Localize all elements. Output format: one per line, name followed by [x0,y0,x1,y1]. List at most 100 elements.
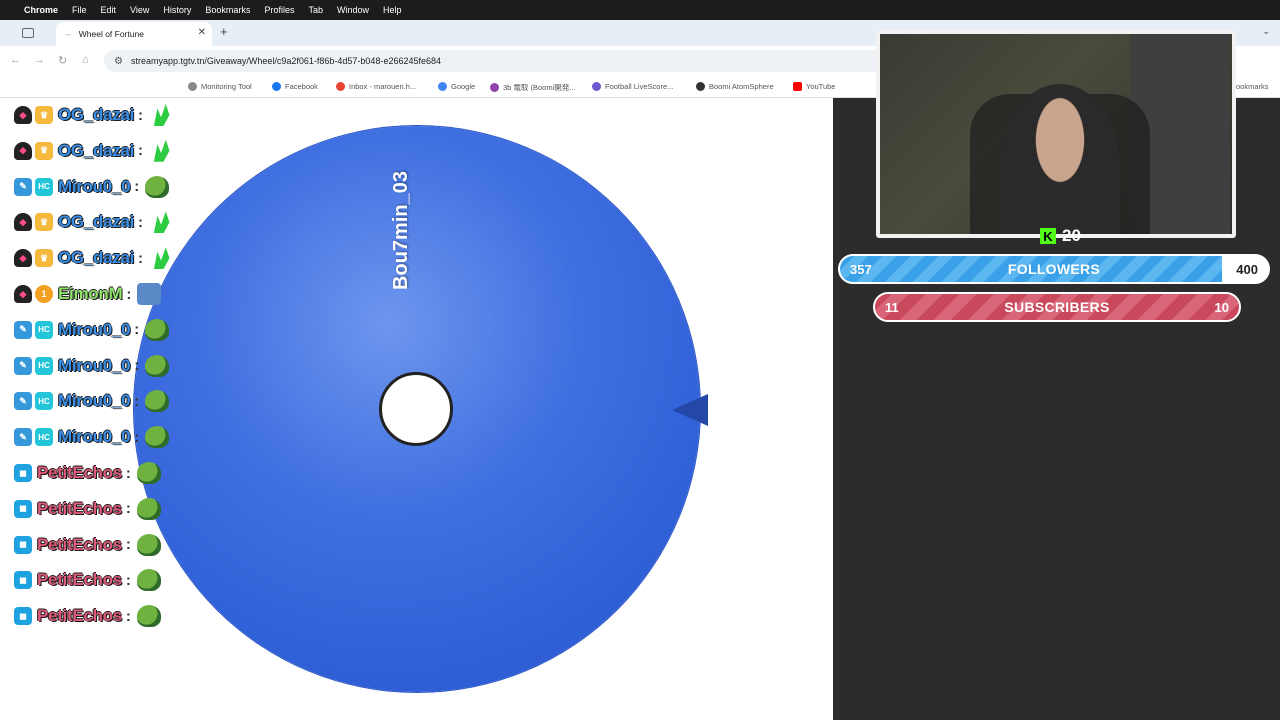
followers-label: FOLLOWERS [1007,261,1101,277]
google-icon [438,82,447,91]
chat-separator: : [134,321,140,339]
chat-username[interactable]: Mirou0_0 [58,391,131,411]
hc-badge-icon: HC [35,392,53,411]
frog-emote-icon [145,175,170,198]
chat-separator: : [125,536,131,554]
crown-badge-icon: ♛ [35,249,53,268]
tab-search-chevron-icon[interactable]: ⌄ [1262,26,1270,37]
shield-badge-icon: ◆ [14,106,32,124]
sidebar-toggle-icon[interactable] [22,28,34,38]
back-icon[interactable]: ← [10,54,21,66]
chat-message: ◼ PetitEchos: [14,565,161,595]
chat-message: ◆ ♛ OG_dazai: [14,243,173,273]
chat-username[interactable]: PetitEchos [37,463,122,483]
chat-message: ◼ PetitEchos: [14,601,161,631]
youtube-icon [793,82,802,91]
bookmark-boomi-atomsphere[interactable]: Boomi AtomSphere [696,82,774,91]
url-text: streamyapp.tgtv.tn/Giveaway/Wheel/c9a2f0… [130,56,442,66]
pen-badge-icon: ✎ [14,356,32,375]
leaf-emote-icon [153,211,170,234]
kick-icon: K [1040,228,1056,244]
chat-separator: : [138,249,144,267]
followers-goal-bar: 357 FOLLOWERS 400 [838,254,1270,284]
menu-tab[interactable]: Tab [308,5,323,15]
chat-username[interactable]: PetitEchos [37,535,122,555]
monitoring-icon [188,82,197,91]
site-settings-icon[interactable]: ⚙ [114,56,123,67]
shield-badge-icon: ◆ [14,285,32,303]
frog-emote-icon [136,462,161,484]
chat-username[interactable]: PetitEchos [37,606,122,626]
chat-separator: : [138,213,144,231]
shield-badge-icon: ◆ [14,141,32,160]
subscribers-goal-bar: 11 SUBSCRIBERS 10 [873,292,1241,322]
pen-badge-icon: ✎ [14,428,32,447]
chat-username[interactable]: Mirou0_0 [58,320,131,340]
bookmark-boomi-dev[interactable]: 3b 電取 (Boomi開発... [490,82,576,93]
bookmark-inbox[interactable]: Inbox - marouen.h... [336,82,416,91]
menu-view[interactable]: View [130,5,149,15]
menu-history[interactable]: History [163,5,191,15]
chat-separator: : [134,357,140,375]
hc-badge-icon: HC [35,320,53,339]
tab-title: Wheel of Fortune [78,29,144,39]
bookmark-monitoring-tool[interactable]: Monitoring Tool [188,82,252,91]
chat-username[interactable]: OG_dazai [58,212,134,232]
forward-icon[interactable]: → [34,54,45,66]
frog-emote-icon [136,569,161,592]
chat-username[interactable]: PetitEchos [37,499,122,519]
leaf-emote-icon [153,247,170,270]
chat-separator: : [125,464,131,482]
macos-menu-bar: Chrome File Edit View History Bookmarks … [0,0,1280,20]
tab-wheel-of-fortune[interactable]: – Wheel of Fortune ✕ [56,22,212,46]
crown-badge-icon: ♛ [35,141,53,160]
menu-file[interactable]: File [72,5,87,15]
hc-badge-icon: HC [35,428,53,447]
bookmark-football-livescore[interactable]: Football LiveScore... [592,82,673,91]
menu-edit[interactable]: Edit [101,5,117,15]
menu-app-name[interactable]: Chrome [24,5,58,15]
wheel-of-fortune[interactable]: Bou7min_03 [134,126,700,692]
followers-goal: 400 [1236,261,1258,277]
frog-emote-icon [145,390,170,413]
chat-message: ◆ ♛ OG_dazai: [14,100,173,130]
wheel-pointer-icon [672,394,708,426]
menu-window[interactable]: Window [337,5,369,15]
wheel-segment-label: Bou7min_03 [389,170,412,290]
address-bar[interactable]: ⚙ streamyapp.tgtv.tn/Giveaway/Wheel/c9a2… [104,50,884,72]
chat-username[interactable]: OG_dazai [58,141,134,161]
menu-help[interactable]: Help [383,5,402,15]
chat-username[interactable]: EimonM [58,284,123,304]
cube-badge-icon: ◼ [14,464,32,482]
chat-message: ✎ HC Mirou0_0: [14,422,170,452]
subscribers-label: SUBSCRIBERS [1004,299,1110,315]
bookmark-all-bookmarks[interactable]: ookmarks [1236,82,1269,91]
chat-message: ✎ HC Mirou0_0: [14,351,170,381]
menu-profiles[interactable]: Profiles [264,5,294,15]
cube-badge-icon: ◼ [14,607,32,626]
tab-close-icon[interactable]: ✕ [198,27,206,38]
chat-message: ◆ ♛ OG_dazai: [14,136,173,166]
chat-username[interactable]: Mirou0_0 [58,177,131,197]
chat-username[interactable]: OG_dazai [58,248,134,268]
reload-icon[interactable]: ↻ [58,54,67,67]
webcam-feed [876,30,1236,238]
chat-username[interactable]: PetitEchos [37,570,122,590]
tab-favicon-icon: – [66,29,71,39]
boomi-icon [490,83,499,92]
blue-emote-icon [137,283,162,305]
new-tab-icon[interactable]: + [220,24,228,39]
chat-separator: : [126,285,132,303]
chat-username[interactable]: OG_dazai [58,105,134,125]
chat-username[interactable]: Mirou0_0 [58,356,131,376]
shield-badge-icon: ◆ [14,213,32,232]
menu-bookmarks[interactable]: Bookmarks [205,5,250,15]
bookmark-youtube[interactable]: YouTube [793,82,835,91]
chat-username[interactable]: Mirou0_0 [58,427,131,447]
home-icon[interactable]: ⌂ [82,54,89,66]
frog-emote-icon [136,497,161,520]
bookmark-google[interactable]: Google [438,82,475,91]
wheel-hub[interactable] [379,372,453,446]
bookmark-facebook[interactable]: Facebook [272,82,318,91]
hc-badge-icon: HC [35,356,53,375]
